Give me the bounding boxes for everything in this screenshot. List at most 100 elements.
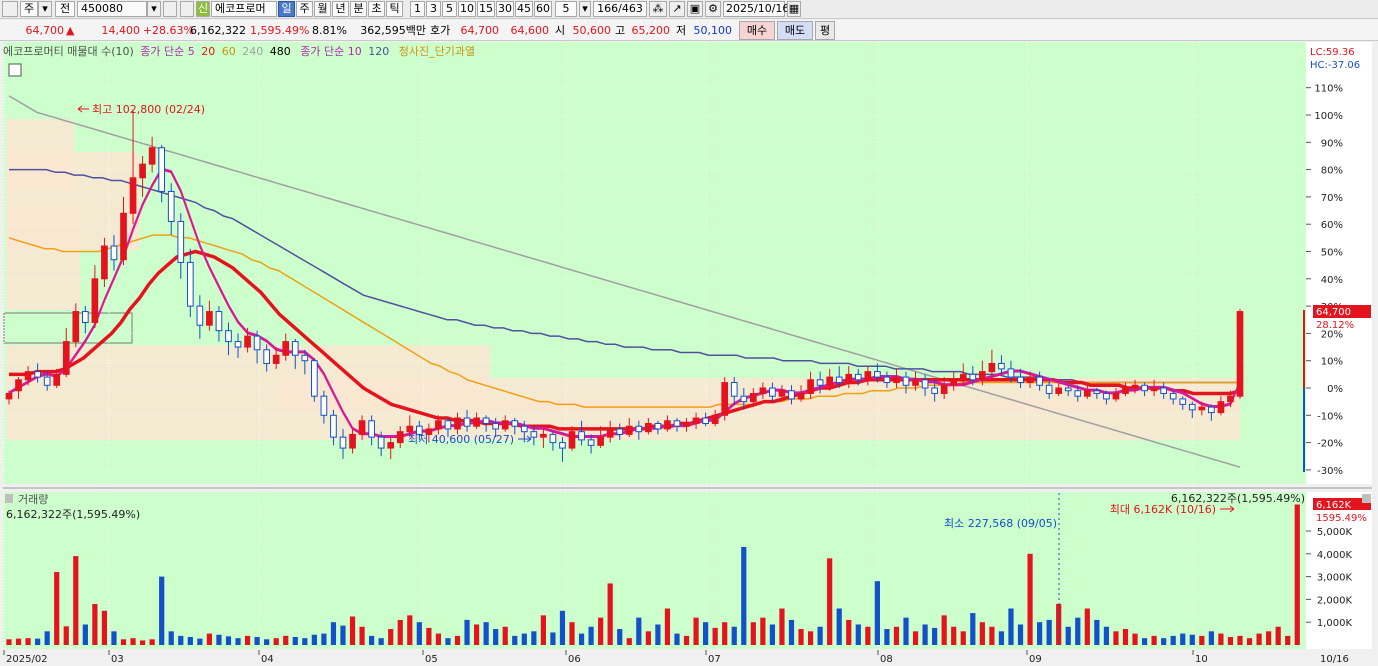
volume-bar [1046, 619, 1052, 645]
ask-price: 64,700 [460, 24, 500, 37]
volume-bar [1208, 631, 1214, 645]
interval-10[interactable]: 10 [458, 1, 476, 17]
candle-body [902, 376, 910, 386]
candle-body [377, 436, 385, 449]
candle-body [186, 261, 194, 307]
x-axis-label: 05 [425, 654, 438, 665]
volume-bar [569, 622, 575, 645]
volume-bar [979, 622, 985, 645]
candle-body [320, 395, 328, 416]
volume-bar [1065, 626, 1071, 645]
volume-bar [1075, 617, 1081, 645]
date-input[interactable]: 2025/10/16 [723, 1, 789, 17]
interval-60[interactable]: 60 [534, 1, 552, 17]
settings-icon[interactable]: ⚙ [705, 1, 721, 17]
stock-code-input[interactable]: 450080 [77, 1, 147, 17]
volume-bar [493, 629, 499, 645]
candle-body [1026, 376, 1034, 384]
candle-body [1169, 392, 1177, 400]
candle-body [82, 311, 89, 323]
save-icon[interactable]: ▣ [687, 1, 703, 17]
volume-bar [817, 626, 823, 645]
volume-bar [168, 631, 174, 645]
interval-15[interactable]: 15 [477, 1, 495, 17]
volume-bar [311, 634, 317, 645]
candle-body [1112, 392, 1120, 400]
period-틱[interactable]: 틱 [386, 1, 403, 17]
chart-type-icon[interactable] [2, 1, 18, 17]
market-select[interactable]: 주 [20, 1, 38, 17]
interval-dropdown-icon[interactable]: ▾ [579, 1, 591, 17]
interval-input[interactable]: 5 [555, 1, 577, 17]
eval-button[interactable]: 평 [815, 21, 835, 40]
toolbar: 주 ▾ 전 450080 ▾ 신 에코프로머 일 주 월 년 분 초 틱 1 3 5 10 15 30 45 60 5 ▾ 16… [0, 0, 1378, 19]
candle-body [1017, 376, 1024, 384]
volume-bar [407, 615, 413, 645]
candle-body [349, 433, 356, 449]
volume-bar [865, 626, 871, 645]
code-dropdown-icon[interactable]: ▾ [147, 1, 161, 17]
calendar-icon[interactable]: ▦ [787, 1, 801, 17]
x-axis-bg [0, 650, 1378, 666]
candle-compress-icon[interactable]: ⁂ [649, 1, 667, 17]
volume-bar [703, 622, 709, 645]
period-초[interactable]: 초 [368, 1, 385, 17]
x-axis-label: 2025/02 [6, 654, 48, 665]
buy-button[interactable]: 매수 [739, 21, 775, 40]
volume-bar [1122, 629, 1129, 645]
candle-body [215, 311, 223, 332]
volume-tick-label: 2,000K [1317, 595, 1353, 606]
price-tick-label: 110% [1314, 84, 1343, 95]
volume-bar [731, 626, 737, 645]
candle-body [1227, 395, 1234, 403]
draw-line-icon[interactable]: ↗ [669, 1, 685, 17]
period-년[interactable]: 년 [332, 1, 349, 17]
volume-bar [416, 622, 422, 645]
tab-current[interactable]: 전 [55, 1, 75, 17]
interval-3[interactable]: 3 [426, 1, 441, 17]
candle-body [444, 420, 452, 430]
volume-bar [1017, 624, 1024, 645]
volume-bar [741, 546, 747, 645]
candle-body [120, 212, 127, 261]
low-annotation: 최저 40,600 (05/27) [408, 433, 514, 446]
interval-1[interactable]: 1 [410, 1, 425, 17]
candle-body [1083, 390, 1091, 397]
volume-bar [359, 626, 365, 645]
volume-bar [454, 635, 461, 645]
search-icon[interactable] [163, 1, 177, 17]
period-분[interactable]: 분 [350, 1, 367, 17]
price-chart[interactable]: 110%100%90%80%70%60%50%40%30%20%10%0%-10… [0, 41, 1378, 666]
low-label: 저 [676, 24, 687, 37]
period-일[interactable]: 일 [278, 1, 295, 17]
volume-bar [273, 638, 279, 645]
volume-bar [1094, 619, 1100, 645]
interval-45[interactable]: 45 [515, 1, 533, 17]
price-tick-label: 70% [1321, 193, 1343, 204]
stock-name[interactable]: 에코프로머 [211, 1, 277, 17]
candle-body [1150, 387, 1158, 392]
interval-30[interactable]: 30 [496, 1, 514, 17]
market-dropdown-icon[interactable]: ▾ [38, 1, 52, 17]
volume-bar [1151, 635, 1157, 645]
sell-button[interactable]: 매도 [777, 21, 813, 40]
volume-bar [912, 631, 919, 645]
range-display[interactable]: 166/463 [593, 1, 647, 17]
volume-bar [283, 635, 289, 645]
sound-icon[interactable] [180, 1, 194, 17]
volume-bar [636, 617, 642, 645]
candle-body [225, 330, 232, 343]
current-pct-label: 28.12% [1316, 320, 1354, 331]
volume-bar [340, 625, 346, 645]
candle-body [578, 431, 585, 441]
interval-5[interactable]: 5 [442, 1, 457, 17]
price-tick-label: 20% [1321, 329, 1343, 340]
volume-bar [264, 639, 270, 645]
new-badge[interactable]: 신 [196, 1, 210, 17]
candle-body [616, 428, 624, 435]
volume-bar [1132, 633, 1138, 645]
period-월[interactable]: 월 [314, 1, 331, 17]
candle-body [43, 376, 51, 386]
period-주[interactable]: 주 [296, 1, 313, 17]
candle-body [110, 245, 118, 261]
